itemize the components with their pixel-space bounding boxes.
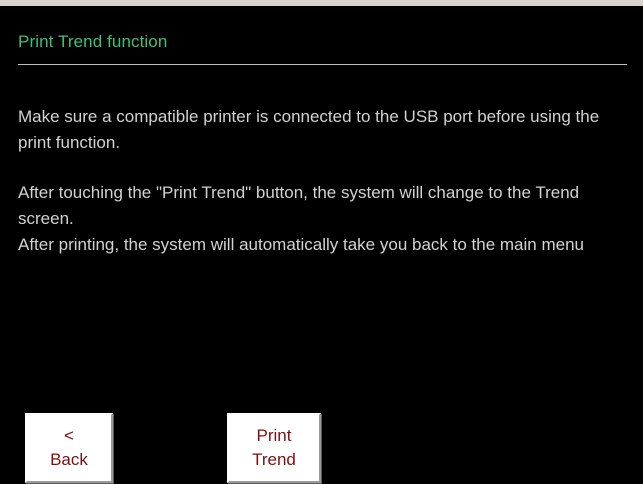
- back-button-label: Back: [50, 450, 88, 469]
- print-trend-screen: Print Trend function Make sure a compati…: [0, 0, 643, 484]
- print-trend-button[interactable]: Print Trend: [227, 413, 321, 483]
- instruction-line-return-menu: After printing, the system will automati…: [18, 235, 584, 254]
- instruction-paragraph-behavior: After touching the "Print Trend" button,…: [18, 180, 628, 258]
- print-trend-button-label-line1: Print: [256, 426, 292, 445]
- back-arrow-icon: <: [64, 426, 74, 445]
- title-divider: [18, 64, 627, 65]
- page-title: Print Trend function: [18, 32, 168, 51]
- instruction-paragraph-printer: Make sure a compatible printer is connec…: [18, 107, 600, 152]
- print-trend-button-label-line2: Trend: [252, 450, 296, 469]
- back-button[interactable]: < Back: [25, 413, 113, 483]
- instruction-line-trend-screen: After touching the "Print Trend" button,…: [18, 183, 580, 228]
